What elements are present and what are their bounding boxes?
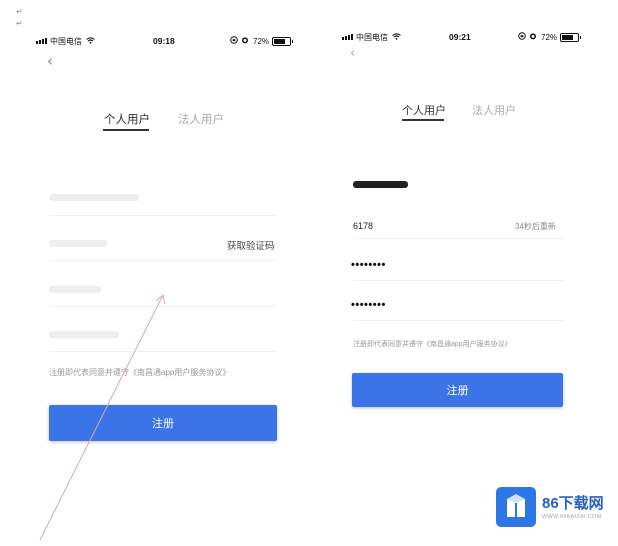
- tab-personal-user[interactable]: 个人用户: [402, 102, 446, 118]
- left-phone-screen: 中国电信 09:18 72% ‹ 个人用户 法人用户 获取验证码 注册即代表同意…: [0, 0, 310, 546]
- watermark-url: WWW.86KAIZAI.COM: [542, 514, 602, 520]
- alarm-icon: [529, 32, 537, 42]
- status-bar: 中国电信 09:21 72%: [342, 31, 604, 43]
- agreement-text[interactable]: 注册即代表同意并遵守《南昌通app用户服务协议》: [353, 339, 512, 349]
- lock-rotation-icon: [518, 32, 526, 42]
- code-field-underline: [353, 238, 563, 239]
- password-value[interactable]: ••••••••: [351, 259, 386, 271]
- watermark-box-icon: [496, 487, 536, 527]
- watermark-name: 86下载网: [542, 495, 604, 512]
- phone-number-redacted[interactable]: [353, 181, 408, 188]
- confirm-password-value[interactable]: ••••••••: [351, 299, 386, 311]
- annotation-arrow: [39, 294, 166, 541]
- password-field-underline: [353, 280, 563, 281]
- carrier-label: 中国电信: [356, 32, 388, 42]
- watermark-logo: 86下载网 WWW.86KAIZAI.COM: [496, 485, 614, 529]
- corner-marks: ↵ ↵: [16, 7, 23, 28]
- signal-icon: [342, 34, 353, 40]
- wifi-icon: [392, 32, 401, 42]
- battery-icon: [560, 32, 582, 42]
- resend-countdown: 34秒后重新: [515, 222, 556, 231]
- register-button-label: 注册: [446, 385, 469, 397]
- battery-percent: 72%: [541, 32, 558, 42]
- tab-active-underline: [402, 119, 444, 121]
- status-time: 09:21: [449, 32, 471, 42]
- right-phone-screen: 中国电信 09:21 72% ‹ 个人用户 法人用户 6178 34秒后重新 •…: [310, 0, 618, 546]
- verification-code-value[interactable]: 6178: [353, 221, 373, 231]
- back-chevron-icon[interactable]: ‹: [350, 46, 355, 61]
- confirm-field-underline: [353, 320, 563, 321]
- register-button[interactable]: 注册: [352, 373, 563, 407]
- tab-corporate-user[interactable]: 法人用户: [472, 102, 516, 118]
